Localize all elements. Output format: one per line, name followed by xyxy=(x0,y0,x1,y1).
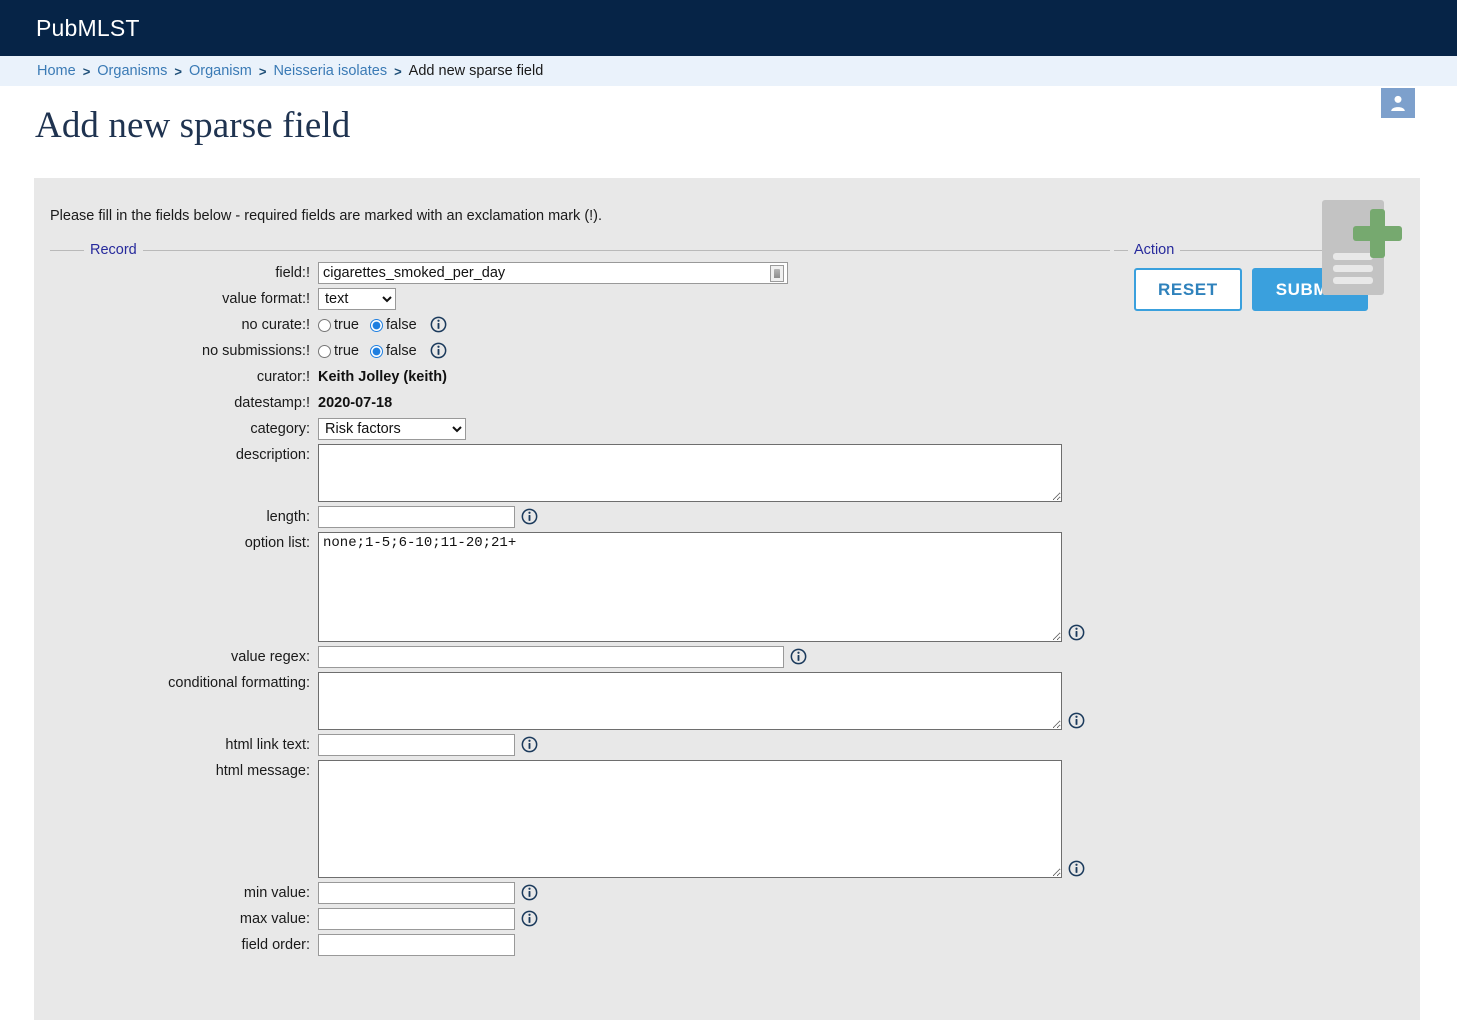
autofill-icon[interactable] xyxy=(770,265,784,282)
conditional-formatting-textarea[interactable] xyxy=(318,672,1062,730)
label-no-submissions: no submissions:! xyxy=(202,343,310,359)
form-row-length: length: xyxy=(50,506,1110,528)
info-icon[interactable] xyxy=(430,342,447,359)
description-textarea[interactable] xyxy=(318,444,1062,502)
top-header-bar: PubMLST xyxy=(0,0,1457,56)
curator-value: Keith Jolley (keith) xyxy=(318,369,447,385)
breadcrumb-separator: > xyxy=(394,63,402,79)
form-row-field-order: field order: xyxy=(50,934,1110,956)
record-legend: Record xyxy=(90,242,137,258)
label-description: description: xyxy=(235,447,310,463)
brand-logo[interactable]: PubMLST xyxy=(36,15,140,42)
option-list-textarea[interactable] xyxy=(318,532,1062,642)
field-input-wrapper xyxy=(318,262,788,284)
user-avatar-icon xyxy=(1391,95,1405,111)
form-row-datestamp: datestamp:! 2020-07-18 xyxy=(50,392,1110,414)
info-icon[interactable] xyxy=(430,316,447,333)
value-format-select[interactable]: text xyxy=(318,288,396,310)
label-no-curate: no curate:! xyxy=(241,317,310,333)
datestamp-value: 2020-07-18 xyxy=(318,395,393,411)
label-max-value: max value: xyxy=(239,911,310,927)
label-length: length: xyxy=(266,509,310,525)
max-value-input[interactable] xyxy=(318,908,515,930)
breadcrumb-item-organisms[interactable]: Organisms xyxy=(97,63,167,79)
breadcrumb-item-current: Add new sparse field xyxy=(408,63,544,79)
page-title: Add new sparse field xyxy=(35,105,351,146)
info-icon[interactable] xyxy=(1068,860,1085,877)
category-select[interactable]: Risk factors xyxy=(318,418,466,440)
form-row-curator: curator:! Keith Jolley (keith) xyxy=(50,366,1110,388)
form-row-category: category: Risk factors xyxy=(50,418,1110,440)
no-submissions-false-radio[interactable] xyxy=(370,344,383,358)
label-option-list: option list: xyxy=(244,535,310,551)
no-curate-false-option[interactable]: false xyxy=(370,317,417,333)
label-category: category: xyxy=(250,421,310,437)
label-field-order: field order: xyxy=(241,937,310,953)
form-row-value-format: value format:! text xyxy=(50,288,1110,310)
field-input[interactable] xyxy=(318,262,788,284)
length-input[interactable] xyxy=(318,506,515,528)
info-icon[interactable] xyxy=(521,910,538,927)
no-curate-true-radio[interactable] xyxy=(318,318,331,332)
user-avatar-button[interactable] xyxy=(1381,88,1415,118)
no-submissions-true-label: true xyxy=(334,343,359,359)
html-link-text-input[interactable] xyxy=(318,734,515,756)
breadcrumb-separator: > xyxy=(174,63,182,79)
breadcrumb-item-home[interactable]: Home xyxy=(37,63,76,79)
breadcrumb-separator: > xyxy=(258,63,267,79)
label-field: field:! xyxy=(275,265,310,281)
no-curate-false-radio[interactable] xyxy=(370,318,383,332)
info-icon[interactable] xyxy=(521,508,538,525)
label-min-value: min value: xyxy=(243,885,310,901)
no-submissions-false-label: false xyxy=(386,343,417,359)
html-message-textarea[interactable] xyxy=(318,760,1062,878)
document-add-icon xyxy=(1322,200,1402,295)
form-row-field: field:! xyxy=(50,262,1110,284)
form-instructions: Please fill in the fields below - requir… xyxy=(50,208,603,224)
form-row-no-curate: no curate:! true false xyxy=(50,314,1110,336)
no-curate-true-label: true xyxy=(334,317,359,333)
info-icon[interactable] xyxy=(1068,624,1085,641)
form-row-min-value: min value: xyxy=(50,882,1110,904)
label-html-message: html message: xyxy=(215,763,310,779)
label-conditional-formatting: conditional formatting: xyxy=(168,675,310,691)
info-icon[interactable] xyxy=(790,648,807,665)
form-row-no-submissions: no submissions:! true false xyxy=(50,340,1110,362)
form-row-html-link-text: html link text: xyxy=(50,734,1110,756)
label-curator: curator:! xyxy=(256,369,310,385)
form-row-html-message: html message: xyxy=(50,760,1110,878)
form-panel: Please fill in the fields below - requir… xyxy=(34,178,1420,1020)
field-order-input[interactable] xyxy=(318,934,515,956)
no-curate-radio-group: true false xyxy=(318,314,424,336)
info-icon[interactable] xyxy=(521,736,538,753)
label-datestamp: datestamp:! xyxy=(234,395,310,411)
form-row-conditional-formatting: conditional formatting: xyxy=(50,672,1110,730)
form-row-option-list: option list: xyxy=(50,532,1110,642)
action-legend: Action xyxy=(1134,242,1175,258)
no-curate-false-label: false xyxy=(386,317,417,333)
no-submissions-true-radio[interactable] xyxy=(318,344,331,358)
info-icon[interactable] xyxy=(1068,712,1085,729)
reset-button[interactable]: RESET xyxy=(1134,268,1242,311)
no-submissions-true-option[interactable]: true xyxy=(318,343,359,359)
form-row-value-regex: value regex: xyxy=(50,646,1110,668)
label-value-regex: value regex: xyxy=(231,649,310,665)
breadcrumb-item-organism[interactable]: Organism xyxy=(189,63,252,79)
no-submissions-false-option[interactable]: false xyxy=(370,343,417,359)
label-html-link-text: html link text: xyxy=(225,737,310,753)
form-row-description: description: xyxy=(50,444,1110,502)
info-icon[interactable] xyxy=(521,884,538,901)
value-regex-input[interactable] xyxy=(318,646,784,668)
no-curate-true-option[interactable]: true xyxy=(318,317,359,333)
label-value-format: value format:! xyxy=(222,291,310,307)
breadcrumb-separator: > xyxy=(82,63,91,79)
min-value-input[interactable] xyxy=(318,882,515,904)
breadcrumb-item-neisseria-isolates[interactable]: Neisseria isolates xyxy=(273,63,387,79)
form-row-max-value: max value: xyxy=(50,908,1110,930)
record-fieldset: Record field:! value format:! text xyxy=(50,242,1110,956)
no-submissions-radio-group: true false xyxy=(318,340,424,362)
breadcrumb: Home > Organisms > Organism > Neisseria … xyxy=(0,56,1457,86)
